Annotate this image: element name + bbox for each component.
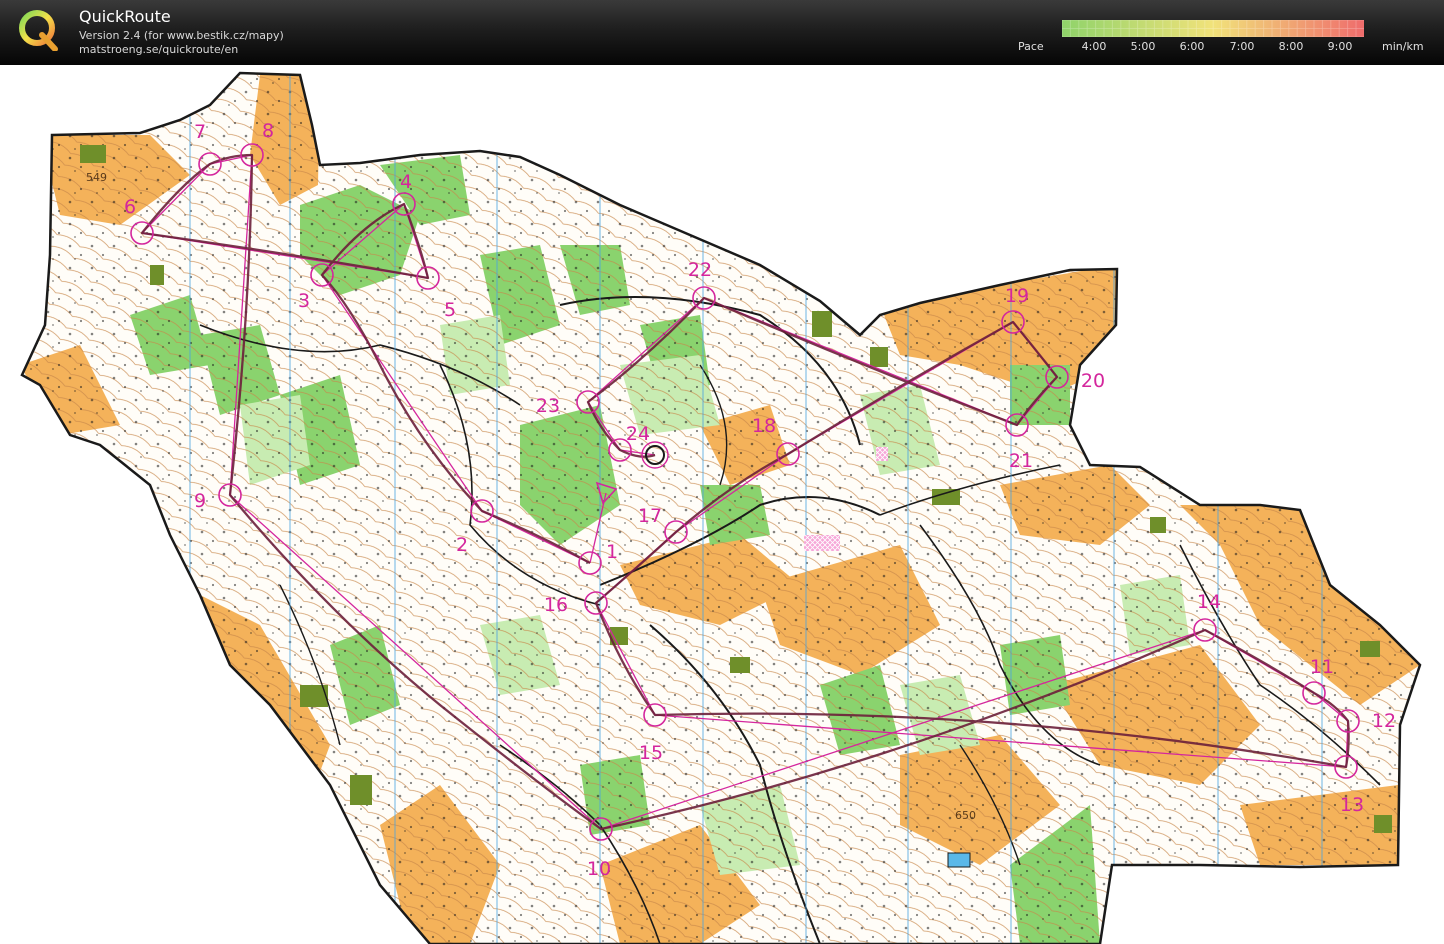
control-number-15: 15 — [639, 742, 663, 764]
quickroute-header-bar: QuickRoute Version 2.4 (for www.bestik.c… — [0, 0, 1444, 65]
app-version: Version 2.4 (for www.bestik.cz/mapy) — [79, 29, 284, 42]
pace-legend-label: Pace — [1018, 40, 1044, 53]
app-title: QuickRoute — [79, 7, 171, 26]
control-number-13: 13 — [1340, 794, 1364, 816]
control-number-6: 6 — [124, 196, 136, 218]
orienteering-map-canvas[interactable]: 1 2 3 4 5 6 7 8 9 10 11 12 13 14 15 16 17 18 19 20 21 22 23 24 … — [0, 65, 1444, 944]
control-number-14: 14 — [1197, 591, 1221, 613]
control-number-12: 12 — [1372, 710, 1396, 732]
pace-tick-2: 5:00 — [1130, 40, 1156, 53]
pace-unit: min/km — [1382, 40, 1424, 53]
control-number-21: 21 — [1009, 450, 1033, 472]
out-of-bounds-area — [804, 535, 840, 551]
orienteering-map[interactable]: 1234567 89101112131415161718192021222324 … — [0, 65, 1444, 944]
control-number-9: 9 — [194, 490, 206, 512]
quickroute-q-logo-icon — [19, 10, 58, 51]
pace-tick-4: 7:00 — [1229, 40, 1255, 53]
control-number-11: 11 — [1310, 656, 1334, 678]
control-number-20: 20 — [1081, 370, 1105, 392]
control-number-18: 18 — [752, 415, 776, 437]
pace-tick-1: 4:00 — [1081, 40, 1107, 53]
control-number-4: 4 — [400, 171, 412, 193]
pool-feature — [947, 852, 971, 868]
control-number-19: 19 — [1005, 285, 1029, 307]
pace-tick-3: 6:00 — [1179, 40, 1205, 53]
control-number-1: 1 — [606, 541, 618, 563]
pace-tick-5: 8:00 — [1278, 40, 1304, 53]
control-number-16: 16 — [544, 594, 568, 616]
control-number-3: 3 — [298, 290, 310, 312]
control-number-24: 24 — [626, 423, 650, 445]
app-url: matstroeng.se/quickroute/en — [79, 43, 239, 56]
control-number-17: 17 — [638, 505, 662, 527]
control-number-23: 23 — [536, 395, 560, 417]
control-number-7: 7 — [194, 121, 206, 143]
control-number-22: 22 — [688, 259, 712, 281]
spot-height-650: 650 — [955, 809, 976, 822]
out-of-bounds-area-small — [876, 447, 888, 461]
control-number-8: 8 — [262, 120, 274, 142]
control-number-2: 2 — [456, 534, 468, 556]
control-number-10: 10 — [587, 858, 611, 880]
pace-color-scale — [1062, 20, 1364, 37]
spot-height-549: 549 — [86, 171, 107, 184]
pace-tick-6: 9:00 — [1327, 40, 1353, 53]
control-number-5: 5 — [444, 299, 456, 321]
